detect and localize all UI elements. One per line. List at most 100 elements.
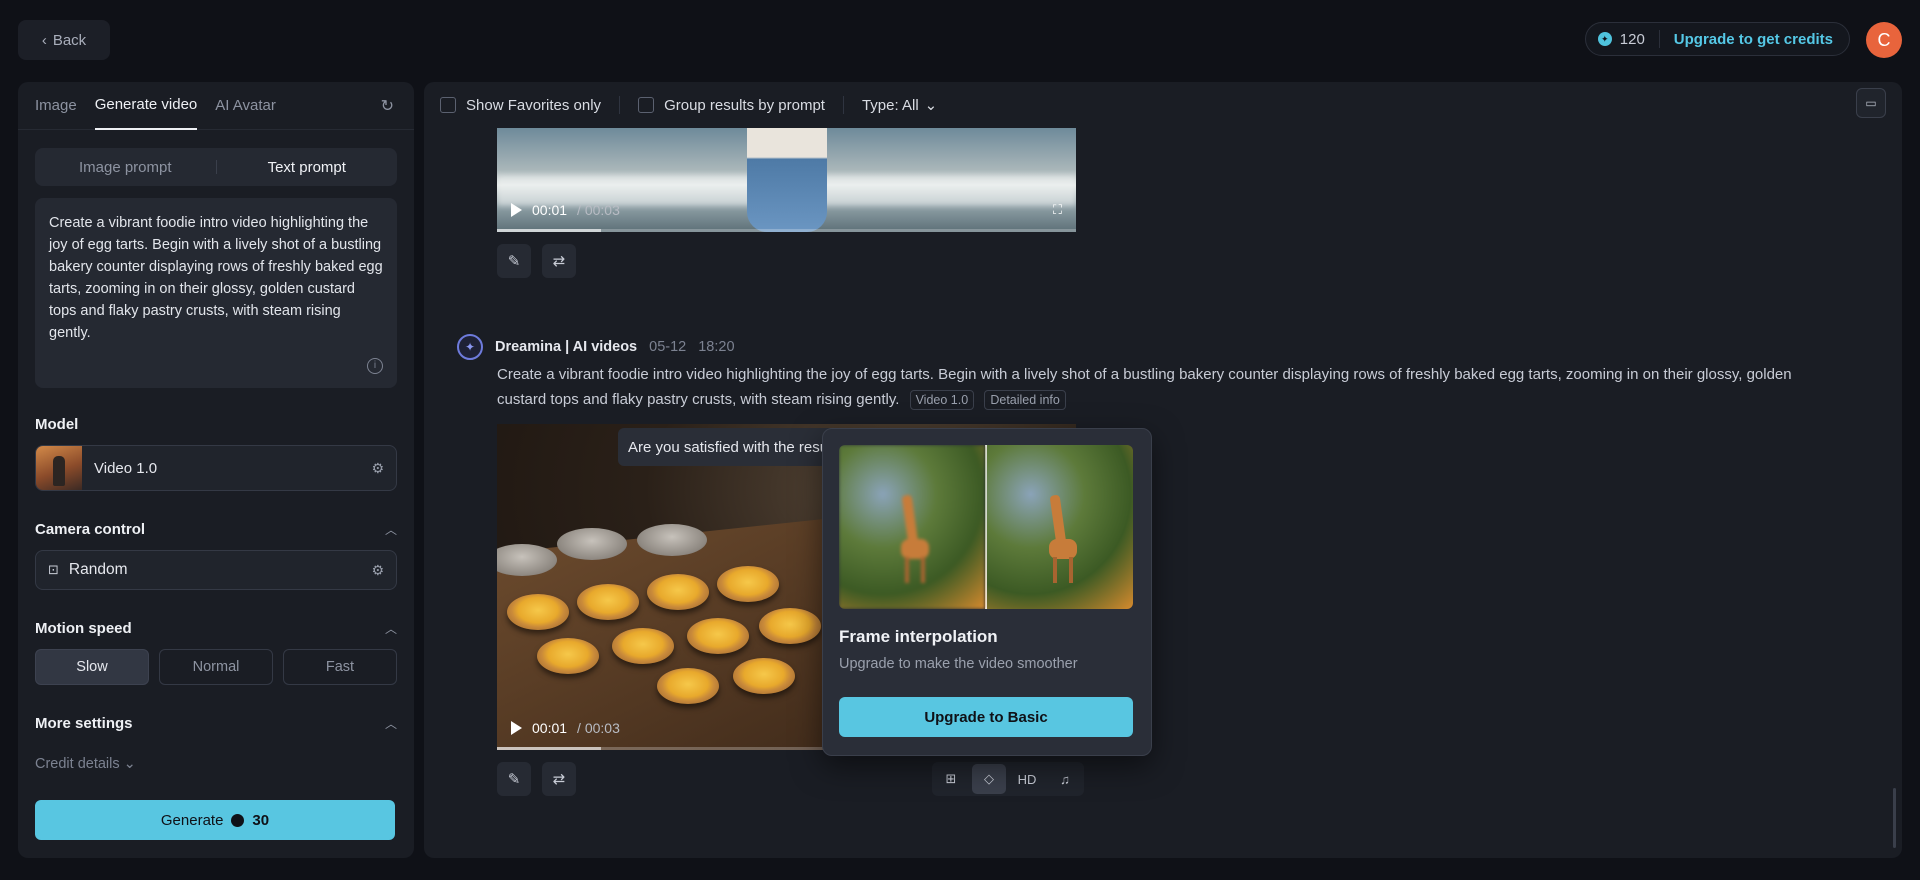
hd-button[interactable]: HD (1010, 764, 1044, 794)
generation-prompt-text: Create a vibrant foodie intro video high… (497, 366, 1792, 408)
egg-tart (537, 638, 599, 674)
upgrade-credits-link[interactable]: Upgrade to get credits (1674, 31, 1833, 48)
filter-bar: Show Favorites only Group results by pro… (440, 82, 937, 128)
giraffe-figure (1045, 494, 1079, 585)
interpolation-preview (839, 445, 1133, 609)
model-tag[interactable]: Video 1.0 (909, 390, 975, 410)
tab-ai-avatar[interactable]: AI Avatar (215, 82, 276, 130)
popover-title: Frame interpolation (839, 627, 998, 646)
sliders-icon[interactable]: ⚙ (371, 562, 384, 579)
user-avatar[interactable]: C (1866, 22, 1902, 58)
camera-focus-icon: ⊡ (48, 562, 59, 577)
info-icon[interactable]: i (367, 358, 383, 374)
back-label: Back (52, 31, 87, 49)
camera-title: Camera control (35, 521, 146, 538)
video-total-time: / 00:03 (577, 720, 620, 736)
credit-details-toggle[interactable]: Credit details ⌄ (35, 756, 397, 772)
generate-label: Generate (160, 811, 224, 829)
egg-tart (759, 608, 821, 644)
chevron-left-icon: ‹ (41, 31, 47, 49)
credit-details-label: Credit details (35, 756, 120, 772)
chevron-up-icon[interactable]: ︿ (385, 715, 397, 732)
play-icon[interactable] (511, 721, 522, 735)
credit-coin-icon: ✦ (1597, 32, 1612, 46)
model-selector[interactable]: Video 1.0 ⚙ (35, 445, 397, 491)
chevron-down-icon: ⌄ (924, 97, 938, 114)
video-player-1[interactable]: 00:01 / 00:03 ⛶ (497, 128, 1076, 232)
generation-header: ✦ Dreamina | AI videos 05-12 18:20 (457, 334, 735, 360)
speed-fast-button[interactable]: Fast (283, 649, 397, 685)
left-panel: Image Generate video AI Avatar ↻ Image p… (18, 82, 414, 858)
tab-image[interactable]: Image (35, 82, 77, 130)
prompt-textarea[interactable]: Create a vibrant foodie intro video high… (35, 198, 397, 388)
favorites-checkbox[interactable]: Show Favorites only (440, 97, 601, 114)
extend-frame-icon[interactable]: ⊞ (934, 764, 968, 794)
video-progress-fill (497, 229, 602, 232)
text-prompt-option[interactable]: Text prompt (217, 159, 398, 176)
camera-selector[interactable]: ⊡ Random ⚙ (35, 550, 397, 590)
motion-speed-options: Slow Normal Fast (35, 649, 397, 685)
egg-tart (647, 574, 709, 610)
play-icon[interactable] (511, 203, 522, 217)
preview-after (987, 445, 1133, 609)
checkbox-box[interactable] (440, 97, 456, 113)
more-settings-title[interactable]: More settings ︿ (35, 715, 397, 732)
fullscreen-icon[interactable]: ⛶ (1053, 202, 1062, 218)
video-current-time: 00:01 (532, 720, 568, 736)
reset-icon[interactable]: ↻ (381, 96, 394, 116)
dreamina-logo-icon: ✦ (457, 334, 483, 360)
group-checkbox[interactable]: Group results by prompt (638, 97, 825, 114)
video-controls: 00:01 / 00:03 (511, 720, 620, 736)
video-current-time: 00:01 (532, 202, 568, 218)
image-prompt-option[interactable]: Image prompt (35, 159, 216, 176)
generate-button[interactable]: Generate 30 (35, 800, 395, 840)
results-panel: Show Favorites only Group results by pro… (424, 82, 1902, 858)
regenerate-icon[interactable]: ⇄ (542, 244, 576, 278)
chevron-down-icon: ⌄ (123, 756, 136, 772)
upgrade-to-basic-button[interactable]: Upgrade to Basic (839, 697, 1133, 737)
satisfaction-prompt: Are you satisfied with the resu (618, 428, 839, 466)
egg-tart (507, 594, 569, 630)
video-controls: 00:01 / 00:03 (511, 202, 620, 218)
chevron-up-icon[interactable]: ︿ (385, 620, 397, 637)
video-progress-bar[interactable] (497, 229, 1076, 232)
back-button[interactable]: ‹ Back (18, 20, 110, 60)
generation-time: 18:20 (698, 339, 735, 355)
camera-value: Random (68, 561, 128, 578)
frame-interpolation-icon[interactable]: ◇ (972, 764, 1006, 794)
edit-icon[interactable]: ✎ (497, 762, 531, 796)
egg-tart (657, 668, 719, 704)
model-section-title: Model (35, 416, 397, 433)
author-name: Dreamina | AI videos (495, 339, 638, 355)
edit-icon[interactable]: ✎ (497, 244, 531, 278)
credits-count: 120 (1619, 30, 1645, 48)
checkbox-box[interactable] (638, 97, 655, 113)
prompt-mode-switch: Image prompt Text prompt (35, 148, 397, 186)
video-total-time: / 00:03 (577, 202, 620, 218)
generation-date: 05-12 (649, 339, 687, 355)
divider (842, 96, 844, 114)
generate-cost: 30 (252, 811, 270, 829)
divider (1658, 30, 1660, 48)
music-icon[interactable]: ♫ (1048, 764, 1082, 794)
tab-generate-video[interactable]: Generate video (94, 82, 198, 130)
model-thumbnail (36, 446, 82, 490)
detailed-info-tag[interactable]: Detailed info (984, 390, 1066, 410)
type-filter-dropdown[interactable]: Type: All ⌄ (862, 96, 938, 115)
video-progress-fill (497, 747, 602, 750)
sliders-icon[interactable]: ⚙ (371, 460, 384, 477)
motion-section-title[interactable]: Motion speed ︿ (35, 620, 397, 637)
scrollbar[interactable] (1893, 788, 1896, 848)
speed-normal-button[interactable]: Normal (159, 649, 273, 685)
egg-tart (612, 628, 674, 664)
egg-tart (733, 658, 795, 694)
model-value: Video 1.0 (94, 459, 158, 477)
speed-slow-button[interactable]: Slow (35, 649, 149, 685)
preview-before (839, 445, 985, 609)
credits-pill[interactable]: ✦ 120 Upgrade to get credits (1584, 22, 1850, 56)
chevron-up-icon[interactable]: ︿ (385, 521, 397, 538)
giraffe-figure (897, 494, 931, 585)
folder-icon[interactable]: ▭ (1856, 88, 1886, 118)
camera-section-title[interactable]: Camera control ︿ (35, 521, 397, 538)
regenerate-icon[interactable]: ⇄ (542, 762, 576, 796)
